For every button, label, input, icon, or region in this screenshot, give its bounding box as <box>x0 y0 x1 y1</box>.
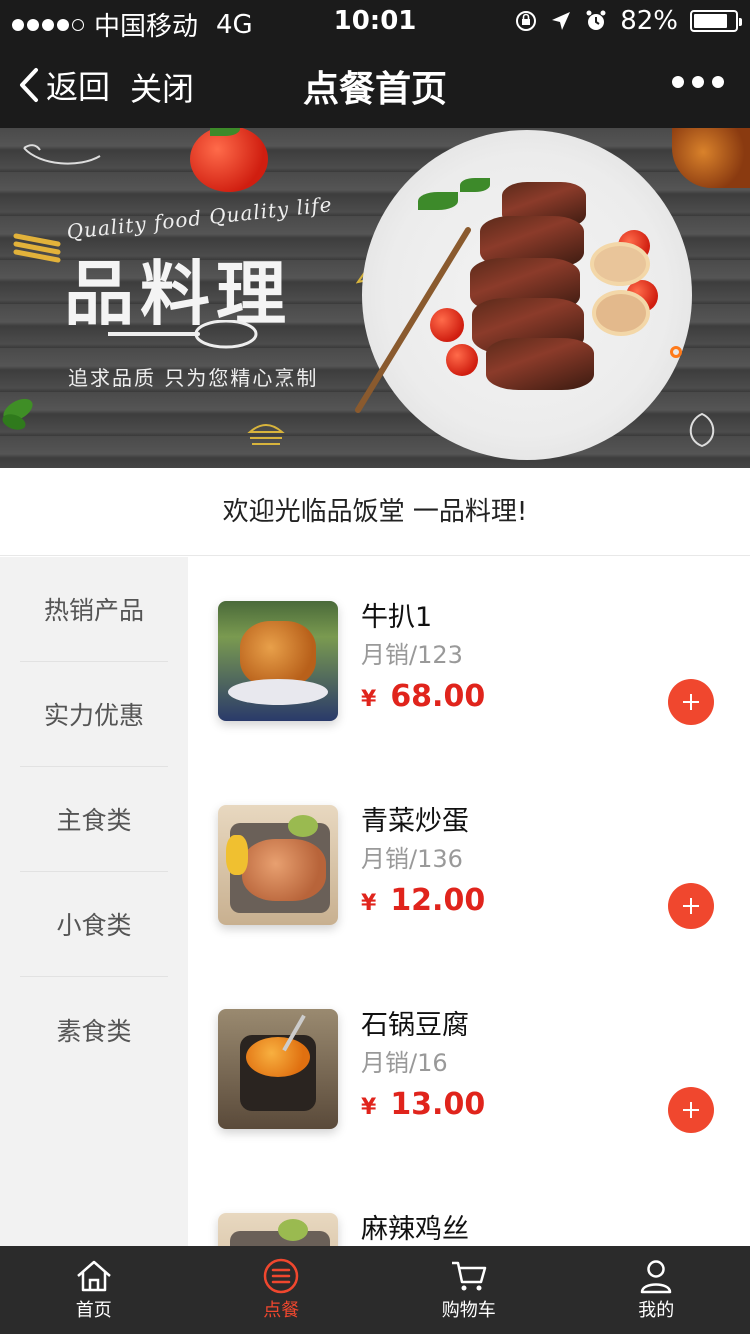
product-name: 青菜炒蛋 <box>361 806 469 837</box>
garlic-icon <box>689 412 715 448</box>
tab-cart[interactable]: 购物车 <box>375 1246 563 1334</box>
add-to-cart-button[interactable] <box>668 679 714 725</box>
order-menu-icon <box>264 1258 299 1294</box>
product-name: 牛扒1 <box>361 602 433 633</box>
product-image[interactable] <box>218 805 338 925</box>
tab-home[interactable]: 首页 <box>0 1246 188 1334</box>
product-price: ¥13.00 <box>361 1087 485 1122</box>
price-value: 12.00 <box>390 883 486 918</box>
product-price: ¥68.00 <box>361 679 485 714</box>
product-sales: 月销/16 <box>361 1049 448 1077</box>
header: 中国移动 4G 10:01 82% 返回 关闭 点餐首页 <box>0 0 750 128</box>
product-item[interactable]: 青菜炒蛋 月销/136 ¥12.00 <box>188 761 750 965</box>
promo-banner[interactable]: Quality food Quality life 品料理 追求品质 只为您精心… <box>0 128 750 468</box>
price-value: 13.00 <box>390 1087 486 1122</box>
alarm-icon <box>586 10 606 30</box>
banner-tagline: Quality food Quality life <box>65 192 334 244</box>
product-image[interactable] <box>218 1009 338 1129</box>
location-arrow-icon <box>552 12 571 30</box>
tab-profile[interactable]: 我的 <box>563 1246 750 1334</box>
welcome-message: 欢迎光临品饭堂 一品料理! <box>0 468 750 556</box>
category-specials[interactable]: 实力优惠 <box>20 662 168 767</box>
tab-cart-label: 购物车 <box>441 1300 496 1321</box>
tab-home-label: 首页 <box>75 1300 112 1321</box>
product-image[interactable] <box>218 601 338 721</box>
category-vegetarian[interactable]: 素食类 <box>20 977 168 1082</box>
currency-symbol: ¥ <box>361 687 377 712</box>
category-hot-products[interactable]: 热销产品 <box>20 557 168 662</box>
currency-symbol: ¥ <box>361 1095 377 1120</box>
herb-icon <box>2 398 33 430</box>
product-item[interactable]: 石锅豆腐 月销/16 ¥13.00 <box>188 965 750 1169</box>
product-list[interactable]: 牛扒1 月销/123 ¥68.00 青菜炒蛋 月销/136 ¥12.00 石锅豆… <box>188 557 750 1246</box>
product-item[interactable]: 牛扒1 月销/123 ¥68.00 <box>188 557 750 761</box>
add-to-cart-button[interactable] <box>668 1087 714 1133</box>
carousel-indicator[interactable] <box>670 346 682 358</box>
spoon-icon <box>108 320 258 349</box>
currency-symbol: ¥ <box>361 891 377 916</box>
page-title: 点餐首页 <box>302 69 447 110</box>
battery-percent: 82% <box>620 6 678 36</box>
product-sales: 月销/136 <box>361 845 463 873</box>
category-sidebar: 热销产品 实力优惠 主食类 小食类 素食类 <box>0 557 188 1246</box>
price-value: 68.00 <box>390 679 486 714</box>
product-item[interactable]: 麻辣鸡丝 <box>188 1169 750 1246</box>
add-to-cart-button[interactable] <box>668 883 714 929</box>
product-name: 麻辣鸡丝 <box>361 1214 469 1245</box>
more-dots-icon[interactable] <box>672 76 724 88</box>
chili-icon <box>23 144 101 165</box>
product-image[interactable] <box>218 1213 338 1246</box>
home-icon <box>76 1260 111 1292</box>
tab-profile-label: 我的 <box>638 1300 675 1321</box>
burger-icon <box>247 424 285 445</box>
banner-slogan: 追求品质 只为您精心烹制 <box>68 366 319 390</box>
steak-plate-image <box>355 130 692 460</box>
product-sales: 月销/123 <box>361 641 463 669</box>
tab-order-label: 点餐 <box>263 1300 300 1321</box>
tomato-decoration <box>190 128 268 192</box>
category-snacks[interactable]: 小食类 <box>20 872 168 977</box>
battery-icon <box>690 10 742 32</box>
status-bar: 中国移动 4G 10:01 82% <box>0 0 750 42</box>
cart-icon <box>451 1261 486 1291</box>
product-name: 石锅豆腐 <box>361 1010 469 1041</box>
pasta-icon <box>13 233 61 263</box>
tab-order[interactable]: 点餐 <box>188 1246 376 1334</box>
rotation-lock-icon <box>516 11 537 31</box>
navigation-bar: 返回 关闭 点餐首页 <box>0 40 750 128</box>
category-staples[interactable]: 主食类 <box>20 767 168 872</box>
tab-bar: 首页 点餐 购物车 我的 <box>0 1246 750 1334</box>
product-price: ¥12.00 <box>361 883 485 918</box>
user-icon <box>641 1260 672 1294</box>
